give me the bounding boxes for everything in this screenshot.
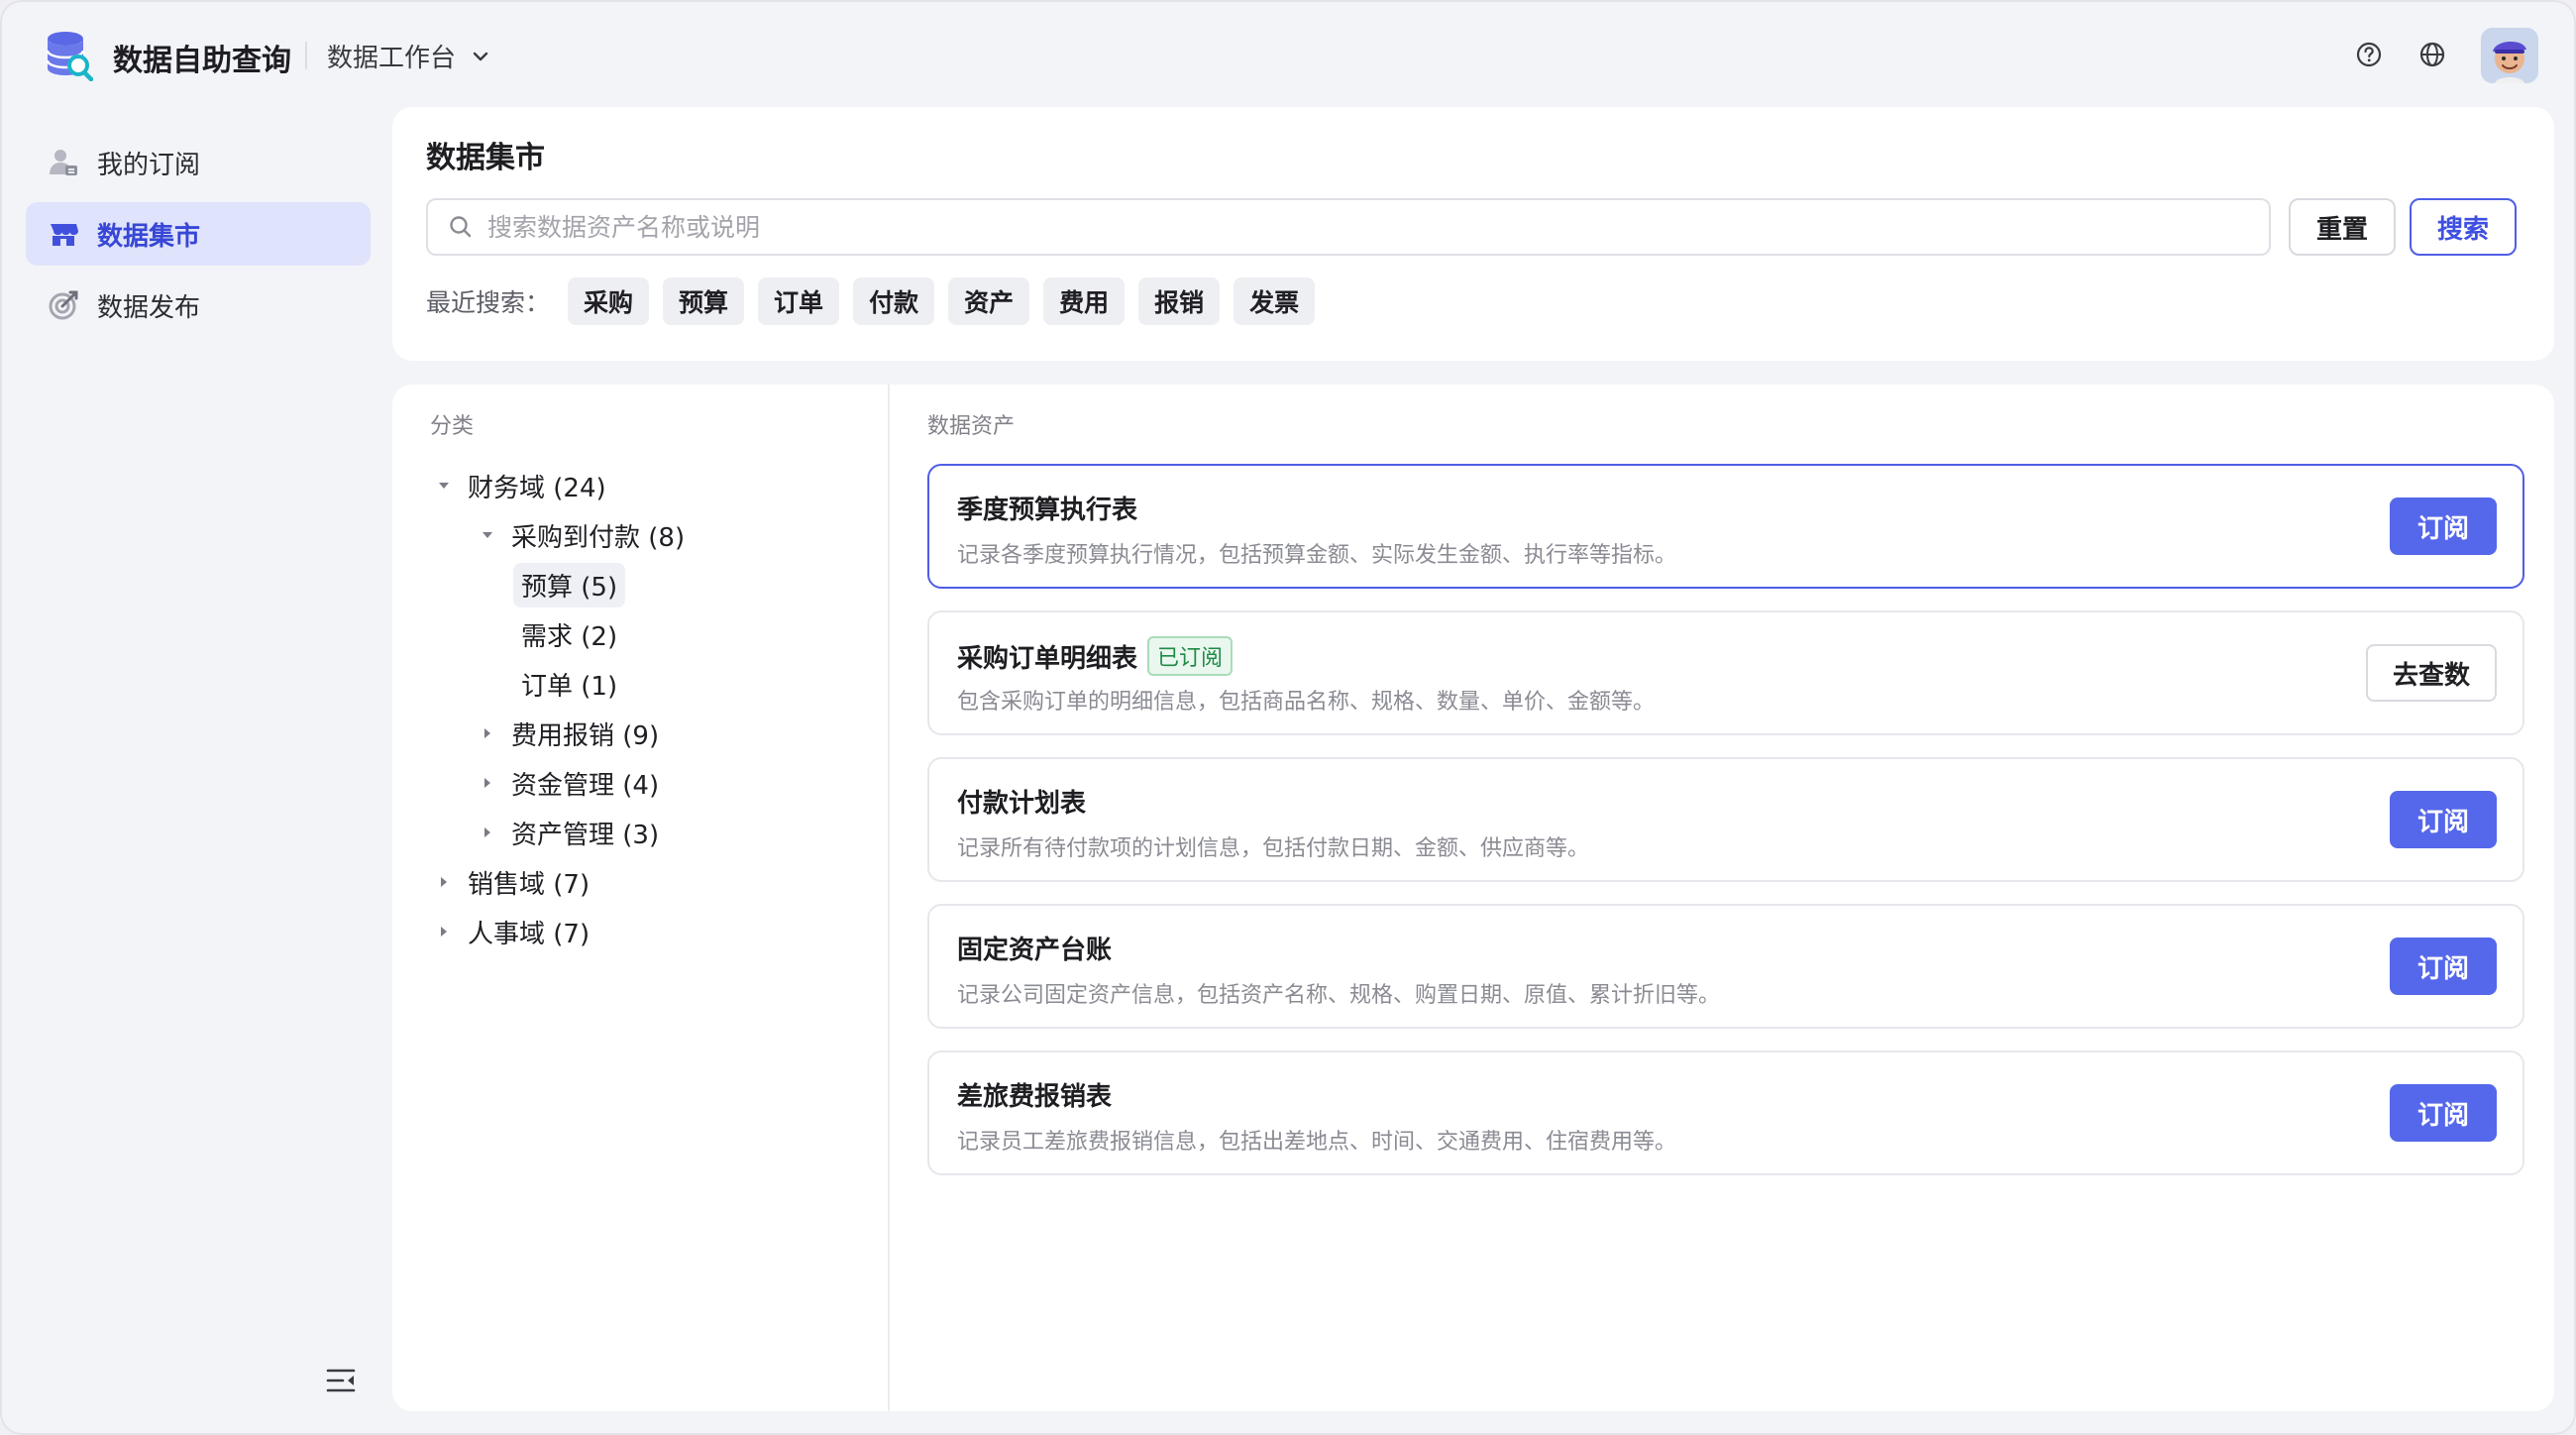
asset-card[interactable]: 季度预算执行表 记录各季度预算执行情况，包括预算金额、实际发生金额、执行率等指标… — [927, 464, 2524, 589]
tree-node-budget[interactable]: 预算 (5) — [513, 562, 626, 607]
publish-target-icon — [49, 290, 78, 320]
tree-node-label: 人事域 (7) — [468, 919, 590, 949]
recent-search-chip[interactable]: 订单 — [758, 277, 840, 325]
sidebar-item-my-subscriptions[interactable]: 我的订阅 — [26, 131, 371, 194]
caret-right-icon — [441, 877, 447, 887]
reset-button[interactable]: 重置 — [2289, 198, 2396, 256]
tree-node-procure-to-pay[interactable]: 采购到付款 (8) — [478, 513, 685, 557]
tree-node-label: 销售域 (7) — [468, 869, 590, 900]
caret-down-icon — [483, 532, 492, 538]
market-search-panel: 数据集市 重置 搜索 最近搜索： 采购 预算 订单 付款 资产 费用 报销 发票 — [392, 107, 2554, 361]
asset-card-title: 差旅费报销表 — [957, 1076, 1112, 1113]
subscribe-button[interactable]: 订阅 — [2390, 1084, 2497, 1142]
recent-search-chip[interactable]: 预算 — [663, 277, 745, 325]
user-avatar[interactable] — [2481, 28, 2538, 83]
asset-title-text: 采购订单明细表 — [957, 643, 1138, 674]
panel-divider — [888, 385, 890, 1411]
recent-search-chip[interactable]: 费用 — [1043, 277, 1126, 325]
store-icon — [51, 224, 78, 246]
sidebar-item-label: 我的订阅 — [97, 150, 201, 180]
sidebar-item-data-publish[interactable]: 数据发布 — [26, 274, 371, 337]
caret-right-icon — [441, 927, 447, 937]
asset-title-text: 付款计划表 — [957, 789, 1087, 819]
avatar-face-icon — [2481, 28, 2538, 83]
asset-card-title: 采购订单明细表 已订阅 — [957, 636, 1234, 676]
caret-right-icon — [484, 728, 490, 738]
subscribed-badge: 已订阅 — [1147, 636, 1234, 676]
query-data-button[interactable]: 去查数 — [2366, 644, 2497, 702]
caret-down-icon — [439, 483, 449, 489]
help-icon[interactable] — [2354, 40, 2384, 69]
recent-search-chip[interactable]: 付款 — [853, 277, 935, 325]
asset-title-text: 季度预算执行表 — [957, 496, 1138, 525]
category-section-label: 分类 — [430, 414, 475, 439]
market-content-panel: 分类 财务域 (24) 采购到付款 (8) 预算 (5) 需求 (2) 订单 (… — [392, 385, 2554, 1411]
asset-card[interactable]: 固定资产台账 记录公司固定资产信息，包括资产名称、规格、购置日期、原值、累计折旧… — [927, 904, 2524, 1029]
subscribe-button[interactable]: 订阅 — [2390, 938, 2497, 995]
search-field[interactable] — [426, 198, 2271, 256]
caret-right-icon — [484, 828, 490, 837]
tree-node-label: 财务域 (24) — [468, 473, 606, 503]
tree-node-label: 资金管理 (4) — [511, 770, 660, 801]
tree-node-requirement[interactable]: 需求 (2) — [521, 612, 617, 656]
chevron-down-icon — [473, 52, 488, 60]
tree-node-order[interactable]: 订单 (1) — [521, 662, 617, 706]
collapse-sidebar-icon[interactable] — [325, 1366, 357, 1395]
tree-node-label: 订单 (1) — [521, 671, 618, 702]
tree-node-label: 采购到付款 (8) — [511, 522, 686, 553]
tree-node-finance[interactable]: 财务域 (24) — [434, 464, 606, 507]
sidebar-item-data-market[interactable]: 数据集市 — [26, 202, 371, 266]
asset-card-desc: 记录所有待付款项的计划信息，包括付款日期、金额、供应商等。 — [957, 836, 1590, 861]
asset-card-desc: 包含采购订单的明细信息，包括商品名称、规格、数量、单价、金额等。 — [957, 690, 1656, 715]
sidebar-nav: 我的订阅 数据集市 数据发布 — [26, 131, 371, 345]
search-input[interactable] — [487, 212, 2269, 242]
tree-node-fund-management[interactable]: 资金管理 (4) — [478, 761, 659, 805]
tree-node-label: 需求 (2) — [521, 621, 618, 652]
recent-search-chip[interactable]: 资产 — [948, 277, 1030, 325]
asset-card-desc: 记录公司固定资产信息，包括资产名称、规格、购置日期、原值、累计折旧等。 — [957, 983, 1721, 1008]
asset-title-text: 差旅费报销表 — [957, 1082, 1113, 1112]
recent-search-chip[interactable]: 采购 — [568, 277, 650, 325]
workspace-label: 数据工作台 — [327, 44, 457, 73]
app-window: 数据自助查询 数据工作台 我的订阅 数据集市 数据发布 数据集市 搜索数据资产名… — [0, 0, 2576, 1435]
search-button[interactable]: 搜索 — [2410, 198, 2517, 256]
asset-card-desc: 记录各季度预算执行情况，包括预算金额、实际发生金额、执行率等指标。 — [957, 543, 1677, 568]
page-title: 数据集市 — [426, 141, 545, 175]
asset-card-title: 付款计划表 — [957, 783, 1086, 820]
sidebar-item-label: 数据发布 — [97, 292, 201, 323]
tree-node-label: 费用报销 (9) — [511, 720, 660, 751]
subscribe-button[interactable]: 订阅 — [2390, 791, 2497, 848]
asset-card-title: 固定资产台账 — [957, 930, 1112, 966]
tree-node-label: 资产管理 (3) — [511, 820, 660, 850]
asset-card[interactable]: 差旅费报销表 记录员工差旅费报销信息，包括出差地点、时间、交通费用、住宿费用等。… — [927, 1050, 2524, 1175]
globe-icon[interactable] — [2417, 40, 2447, 69]
sidebar-item-label: 数据集市 — [97, 221, 201, 252]
asset-title-text: 固定资产台账 — [957, 936, 1113, 965]
tree-node-sales[interactable]: 销售域 (7) — [434, 860, 590, 904]
database-search-icon — [46, 32, 93, 81]
top-header: 数据自助查询 数据工作台 — [2, 2, 2574, 105]
search-icon — [450, 216, 472, 238]
tree-node-asset-management[interactable]: 资产管理 (3) — [478, 811, 659, 854]
asset-card-title: 季度预算执行表 — [957, 490, 1137, 526]
workspace-switcher[interactable]: 数据工作台 — [327, 38, 491, 74]
assets-section-label: 数据资产 — [927, 414, 1016, 439]
asset-card[interactable]: 付款计划表 记录所有待付款项的计划信息，包括付款日期、金额、供应商等。 订阅 — [927, 757, 2524, 882]
tree-node-hr[interactable]: 人事域 (7) — [434, 910, 590, 953]
app-title: 数据自助查询 — [113, 44, 291, 78]
header-divider — [305, 42, 307, 69]
caret-right-icon — [484, 778, 490, 788]
tree-node-expense-reimbursement[interactable]: 费用报销 (9) — [478, 712, 659, 755]
tree-node-label: 预算 (5) — [513, 562, 626, 607]
recent-search-chip[interactable]: 报销 — [1138, 277, 1221, 325]
asset-card-desc: 记录员工差旅费报销信息，包括出差地点、时间、交通费用、住宿费用等。 — [957, 1130, 1677, 1155]
user-subscribe-icon — [50, 150, 77, 175]
subscribe-button[interactable]: 订阅 — [2390, 497, 2497, 555]
recent-search-chip[interactable]: 发票 — [1234, 277, 1316, 325]
recent-searches-label: 最近搜索： — [426, 288, 551, 317]
asset-card[interactable]: 采购订单明细表 已订阅 包含采购订单的明细信息，包括商品名称、规格、数量、单价、… — [927, 610, 2524, 735]
recent-searches: 最近搜索： 采购 预算 订单 付款 资产 费用 报销 发票 — [426, 277, 1316, 325]
